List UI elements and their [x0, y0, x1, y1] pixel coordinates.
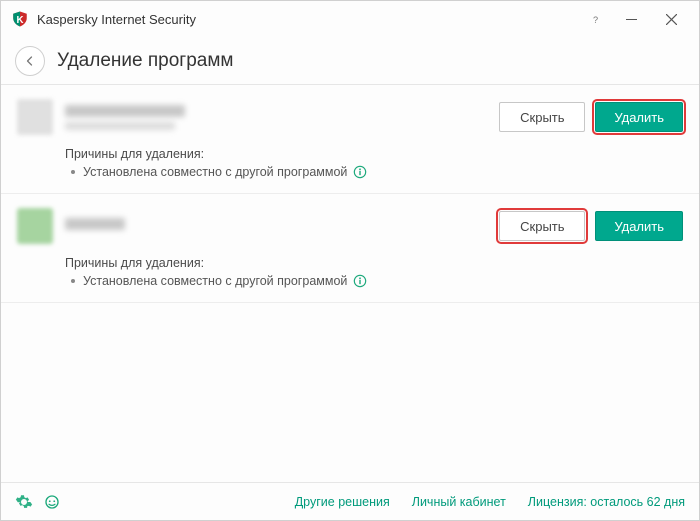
info-icon[interactable] — [353, 274, 367, 288]
bullet-icon — [71, 279, 75, 283]
program-name — [65, 105, 185, 117]
action-buttons: Скрыть Удалить — [499, 211, 683, 241]
program-list: Скрыть Удалить Причины для удаления: Уст… — [1, 85, 699, 482]
reason-text: Установлена совместно с другой программо… — [83, 165, 347, 179]
page-header: Удаление программ — [1, 37, 699, 85]
back-button[interactable] — [15, 46, 45, 76]
delete-button[interactable]: Удалить — [595, 211, 683, 241]
info-icon[interactable] — [353, 165, 367, 179]
close-button[interactable] — [651, 5, 691, 33]
reasons-block: Причины для удаления: Установлена совмес… — [65, 147, 683, 179]
reasons-block: Причины для удаления: Установлена совмес… — [65, 256, 683, 288]
reason-text: Установлена совместно с другой программо… — [83, 274, 347, 288]
bullet-icon — [71, 170, 75, 174]
titlebar: K Kaspersky Internet Security ? — [1, 1, 699, 37]
support-icon[interactable] — [43, 493, 61, 511]
page-title: Удаление программ — [57, 50, 233, 72]
reason-item: Установлена совместно с другой программо… — [65, 165, 683, 179]
program-row: Скрыть Удалить — [17, 208, 683, 244]
other-solutions-link[interactable]: Другие решения — [295, 495, 390, 509]
program-item: Скрыть Удалить Причины для удаления: Уст… — [1, 85, 699, 194]
program-meta — [65, 105, 499, 130]
account-link[interactable]: Личный кабинет — [412, 495, 506, 509]
hide-button[interactable]: Скрыть — [499, 102, 585, 132]
delete-button[interactable]: Удалить — [595, 102, 683, 132]
app-title: Kaspersky Internet Security — [37, 12, 196, 27]
app-logo-icon: K — [11, 10, 29, 28]
program-name — [65, 218, 125, 230]
program-icon — [17, 99, 53, 135]
hide-button[interactable]: Скрыть — [499, 211, 585, 241]
program-vendor — [65, 122, 175, 130]
license-status[interactable]: Лицензия: осталось 62 дня — [528, 495, 685, 509]
program-row: Скрыть Удалить — [17, 99, 683, 135]
svg-text:?: ? — [592, 15, 597, 25]
program-icon — [17, 208, 53, 244]
minimize-button[interactable] — [611, 5, 651, 33]
footer: Другие решения Личный кабинет Лицензия: … — [1, 482, 699, 520]
program-item: Скрыть Удалить Причины для удаления: Уст… — [1, 194, 699, 303]
app-window: K Kaspersky Internet Security ? Удаление… — [0, 0, 700, 521]
svg-text:K: K — [16, 15, 23, 26]
help-button[interactable]: ? — [579, 5, 611, 33]
program-meta — [65, 218, 499, 235]
reasons-title: Причины для удаления: — [65, 147, 683, 161]
gear-icon[interactable] — [15, 493, 33, 511]
reason-item: Установлена совместно с другой программо… — [65, 274, 683, 288]
reasons-title: Причины для удаления: — [65, 256, 683, 270]
action-buttons: Скрыть Удалить — [499, 102, 683, 132]
